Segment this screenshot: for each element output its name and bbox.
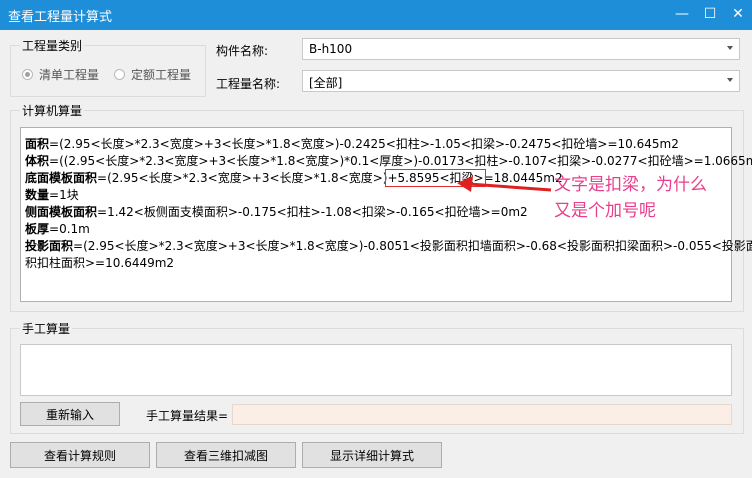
show-detail-formula-button[interactable]: 显示详细计算式 — [302, 442, 442, 468]
calc-line-thickness: 板厚=0.1m — [25, 222, 90, 236]
radio-circle-icon — [22, 69, 33, 80]
close-button[interactable]: ✕ — [724, 0, 752, 30]
calc-line-volume: 体积=((2.95<长度>*2.3<宽度>+3<长度>*1.8<宽度>)*0.1… — [25, 154, 752, 168]
manual-input-area[interactable] — [20, 344, 732, 396]
quantity-select[interactable]: [全部] — [302, 70, 740, 92]
reinput-button[interactable]: 重新输入 — [20, 402, 120, 426]
minimize-button[interactable]: — — [668, 0, 696, 30]
quantity-label: 工程量名称: — [216, 77, 281, 91]
manual-result-label: 手工算量结果= — [146, 409, 229, 423]
radio-label: 定额工程量 — [131, 68, 192, 82]
category-title: 工程量类别 — [20, 37, 85, 54]
view-rules-button[interactable]: 查看计算规则 — [10, 442, 150, 468]
calc-line-side-formwork: 侧面模板面积=1.42<板侧面支模面积>-0.175<扣柱>-1.08<扣梁>-… — [25, 205, 528, 219]
annotation-text-line1: 文字是扣梁，为什么 — [554, 175, 707, 195]
calc-title: 计算机算量 — [20, 102, 85, 119]
annotation-text-line2: 又是个加号呢 — [554, 201, 656, 221]
component-value: B-h100 — [309, 42, 353, 56]
window-title: 查看工程量计算式 — [8, 10, 113, 25]
radio-list-quantity[interactable]: 清单工程量 — [22, 66, 99, 83]
radio-quota-quantity[interactable]: 定额工程量 — [114, 66, 191, 83]
title-bar: 查看工程量计算式 — ☐ ✕ — [0, 0, 752, 30]
calc-line-area: 面积=(2.95<长度>*2.3<宽度>+3<长度>*1.8<宽度>)-0.24… — [25, 137, 679, 151]
calc-line-projection: 投影面积=(2.95<长度>*2.3<宽度>+3<长度>*1.8<宽度>)-0.… — [25, 239, 752, 253]
manual-result-field[interactable] — [232, 404, 732, 425]
quantity-value: [全部] — [309, 76, 343, 90]
annotation-arrow-icon — [457, 176, 552, 192]
component-label: 构件名称: — [216, 44, 269, 58]
chevron-down-icon — [727, 46, 733, 50]
component-select[interactable]: B-h100 — [302, 38, 740, 60]
calc-line-projection-cont: 积扣柱面积>=10.6449m2 — [25, 256, 175, 270]
radio-circle-icon — [114, 69, 125, 80]
chevron-down-icon — [727, 78, 733, 82]
calc-line-count: 数量=1块 — [25, 188, 79, 202]
radio-label: 清单工程量 — [39, 68, 100, 82]
view-3d-deduction-button[interactable]: 查看三维扣减图 — [156, 442, 296, 468]
manual-title: 手工算量 — [20, 320, 73, 337]
maximize-button[interactable]: ☐ — [696, 0, 724, 30]
